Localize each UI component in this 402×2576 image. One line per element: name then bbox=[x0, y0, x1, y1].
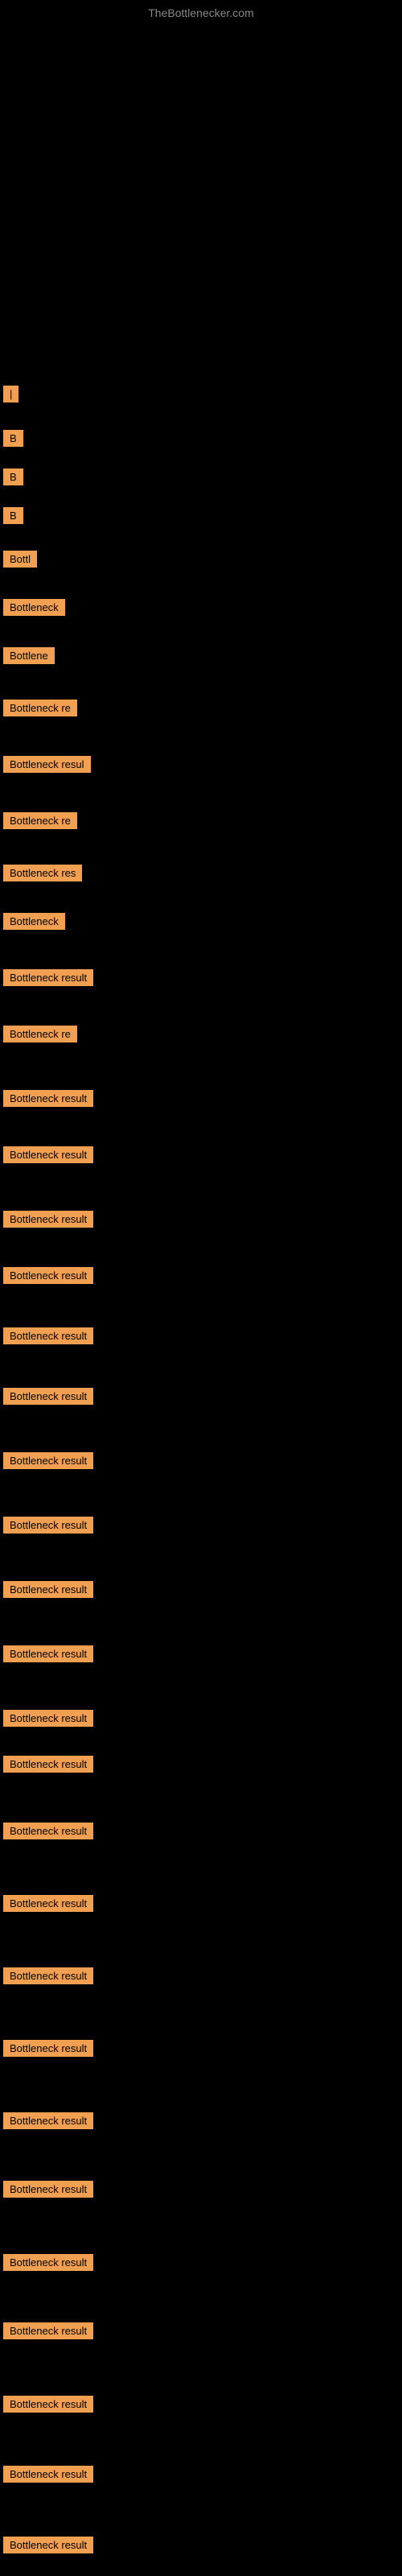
bottleneck-label-8: Bottleneck re bbox=[3, 700, 77, 716]
bottleneck-row-22: Bottleneck result bbox=[0, 1513, 402, 1537]
bottleneck-label-34: Bottleneck result bbox=[3, 2322, 93, 2339]
bottleneck-row-18: Bottleneck result bbox=[0, 1264, 402, 1287]
bottleneck-label-26: Bottleneck result bbox=[3, 1756, 93, 1773]
bottleneck-row-1: | bbox=[0, 382, 402, 406]
bottleneck-row-9: Bottleneck resul bbox=[0, 753, 402, 776]
bottleneck-row-11: Bottleneck res bbox=[0, 861, 402, 885]
bottleneck-row-17: Bottleneck result bbox=[0, 1208, 402, 1231]
bottleneck-label-23: Bottleneck result bbox=[3, 1581, 93, 1598]
bottleneck-row-16: Bottleneck result bbox=[0, 1143, 402, 1166]
bottleneck-row-25: Bottleneck result bbox=[0, 1707, 402, 1730]
bottleneck-row-14: Bottleneck re bbox=[0, 1022, 402, 1046]
bottleneck-row-27: Bottleneck result bbox=[0, 1819, 402, 1843]
bottleneck-row-2: B bbox=[0, 427, 402, 450]
bottleneck-row-32: Bottleneck result bbox=[0, 2178, 402, 2201]
bottleneck-label-6: Bottleneck bbox=[3, 599, 65, 616]
bottleneck-label-28: Bottleneck result bbox=[3, 1895, 93, 1912]
bottleneck-label-12: Bottleneck bbox=[3, 913, 65, 930]
bottleneck-label-4: B bbox=[3, 507, 23, 524]
bottleneck-label-33: Bottleneck result bbox=[3, 2254, 93, 2271]
bottleneck-label-18: Bottleneck result bbox=[3, 1267, 93, 1284]
bottleneck-label-22: Bottleneck result bbox=[3, 1517, 93, 1534]
bottleneck-row-28: Bottleneck result bbox=[0, 1892, 402, 1915]
bottleneck-label-15: Bottleneck result bbox=[3, 1090, 93, 1107]
bottleneck-row-7: Bottlene bbox=[0, 644, 402, 667]
bottleneck-label-32: Bottleneck result bbox=[3, 2181, 93, 2198]
bottleneck-label-31: Bottleneck result bbox=[3, 2112, 93, 2129]
bottleneck-label-36: Bottleneck result bbox=[3, 2466, 93, 2483]
bottleneck-label-9: Bottleneck resul bbox=[3, 756, 91, 773]
bottleneck-row-36: Bottleneck result bbox=[0, 2462, 402, 2486]
bottleneck-row-8: Bottleneck re bbox=[0, 696, 402, 720]
bottleneck-label-10: Bottleneck re bbox=[3, 812, 77, 829]
bottleneck-label-1: | bbox=[3, 386, 18, 402]
bottleneck-row-21: Bottleneck result bbox=[0, 1449, 402, 1472]
bottleneck-label-29: Bottleneck result bbox=[3, 1967, 93, 1984]
bottleneck-row-24: Bottleneck result bbox=[0, 1642, 402, 1666]
bottleneck-label-19: Bottleneck result bbox=[3, 1327, 93, 1344]
bottleneck-row-15: Bottleneck result bbox=[0, 1087, 402, 1110]
bottleneck-label-14: Bottleneck re bbox=[3, 1026, 77, 1042]
bottleneck-label-20: Bottleneck result bbox=[3, 1388, 93, 1405]
bottleneck-label-16: Bottleneck result bbox=[3, 1146, 93, 1163]
bottleneck-row-30: Bottleneck result bbox=[0, 2037, 402, 2060]
bottleneck-row-33: Bottleneck result bbox=[0, 2251, 402, 2274]
bottleneck-row-19: Bottleneck result bbox=[0, 1324, 402, 1348]
bottleneck-row-23: Bottleneck result bbox=[0, 1578, 402, 1601]
bottleneck-label-21: Bottleneck result bbox=[3, 1452, 93, 1469]
bottleneck-label-30: Bottleneck result bbox=[3, 2040, 93, 2057]
bottleneck-row-10: Bottleneck re bbox=[0, 809, 402, 832]
bottleneck-row-35: Bottleneck result bbox=[0, 2392, 402, 2416]
bottleneck-row-12: Bottleneck bbox=[0, 910, 402, 933]
bottleneck-label-35: Bottleneck result bbox=[3, 2396, 93, 2413]
bottleneck-row-5: Bottl bbox=[0, 547, 402, 571]
bottleneck-row-6: Bottleneck bbox=[0, 596, 402, 619]
bottleneck-label-25: Bottleneck result bbox=[3, 1710, 93, 1727]
bottleneck-row-26: Bottleneck result bbox=[0, 1752, 402, 1776]
bottleneck-label-37: Bottleneck result bbox=[3, 2537, 93, 2553]
bottleneck-label-2: B bbox=[3, 430, 23, 447]
bottleneck-label-11: Bottleneck res bbox=[3, 865, 82, 881]
bottleneck-label-17: Bottleneck result bbox=[3, 1211, 93, 1228]
bottleneck-row-29: Bottleneck result bbox=[0, 1964, 402, 1988]
bottleneck-label-5: Bottl bbox=[3, 551, 37, 568]
bottleneck-row-13: Bottleneck result bbox=[0, 966, 402, 989]
bottleneck-row-37: Bottleneck result bbox=[0, 2533, 402, 2557]
bottleneck-row-31: Bottleneck result bbox=[0, 2109, 402, 2132]
bottleneck-label-24: Bottleneck result bbox=[3, 1645, 93, 1662]
bottleneck-label-27: Bottleneck result bbox=[3, 1823, 93, 1839]
bottleneck-row-4: B bbox=[0, 504, 402, 527]
site-title: TheBottlenecker.com bbox=[0, 0, 402, 23]
bottleneck-row-20: Bottleneck result bbox=[0, 1385, 402, 1408]
bottleneck-label-13: Bottleneck result bbox=[3, 969, 93, 986]
bottleneck-row-3: B bbox=[0, 465, 402, 489]
bottleneck-label-7: Bottlene bbox=[3, 647, 55, 664]
bottleneck-label-3: B bbox=[3, 469, 23, 485]
bottleneck-row-34: Bottleneck result bbox=[0, 2319, 402, 2343]
